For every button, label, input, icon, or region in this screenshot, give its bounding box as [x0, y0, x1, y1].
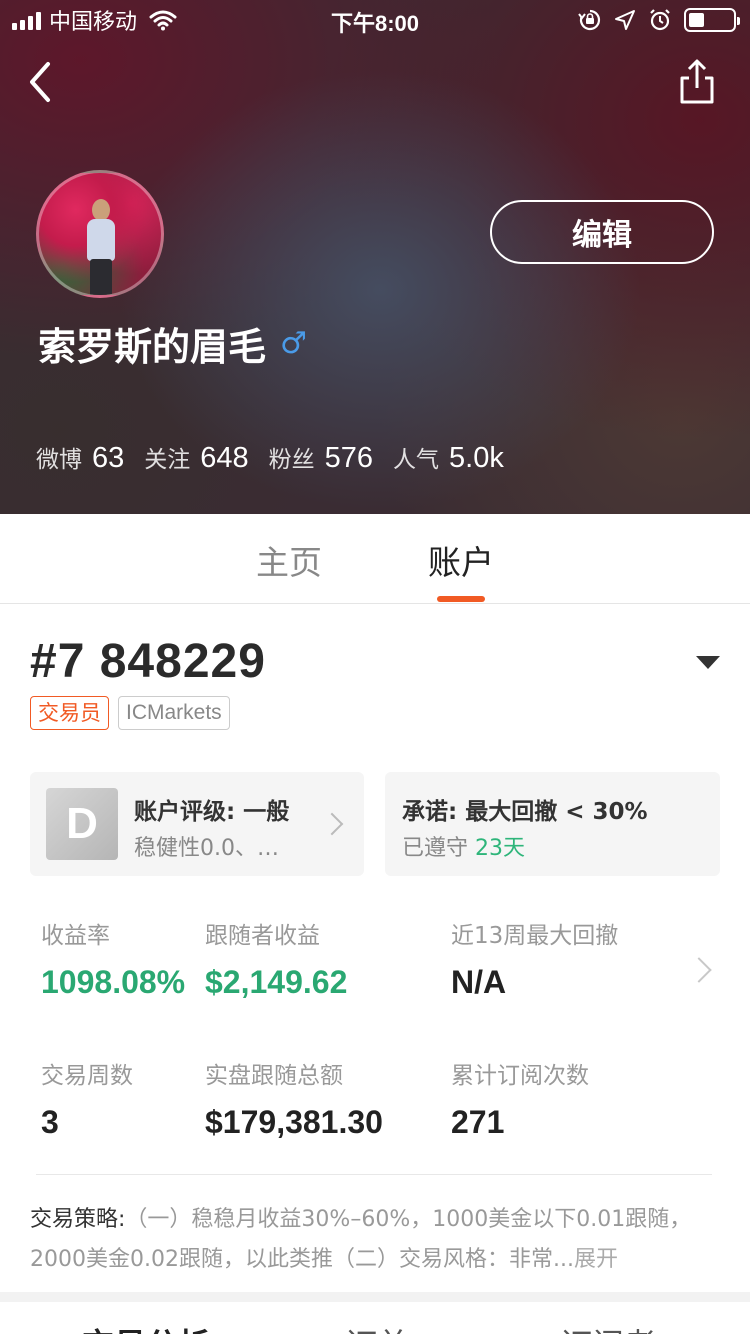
- promise-title: 承诺: 最大回撤 < 30%: [402, 799, 648, 825]
- metric-value-total-follow: $179,381.30: [205, 1104, 383, 1140]
- metric-label-total-follow: 实盘跟随总额: [205, 1063, 343, 1089]
- status-bar: 中国移动 下午8:00: [0, 0, 750, 40]
- metric-label-trade-weeks: 交易周数: [41, 1063, 133, 1089]
- chevron-left-icon: [30, 62, 50, 102]
- promise-subtitle: 已遵守 23天: [402, 830, 525, 862]
- account-rating-card[interactable]: D 账户评级: 一般 稳健性0.0、…: [30, 772, 364, 876]
- metric-label-max-drawdown: 近13周最大回撤: [451, 923, 619, 949]
- promise-card[interactable]: 承诺: 最大回撤 < 30% 已遵守 23天: [385, 772, 720, 876]
- rotation-lock-icon: [578, 9, 601, 31]
- analysis-tabs: 交易分析 订单 订阅者: [0, 1302, 750, 1334]
- active-tab-indicator: [437, 596, 485, 602]
- metric-value-return: 1098.08%: [41, 964, 186, 1000]
- metric-label-return: 收益率: [41, 923, 110, 949]
- stat-value: 576: [324, 442, 374, 474]
- stat-label: 粉丝: [268, 447, 315, 473]
- stat-following[interactable]: 关注 648: [144, 440, 248, 475]
- metric-value-subscriptions: 271: [451, 1104, 505, 1140]
- account-id: #7 848229: [30, 635, 266, 688]
- location-arrow-icon: [615, 10, 635, 30]
- share-button[interactable]: [676, 58, 718, 106]
- stat-followers[interactable]: 粉丝 576: [269, 440, 373, 475]
- trading-strategy: 交易策略:（一）稳稳月收益30%–60%，1000美金以下0.01跟随，2000…: [30, 1200, 720, 1280]
- tab-account[interactable]: 账户: [428, 536, 494, 584]
- stat-popularity: 人气 5.0k: [393, 440, 504, 475]
- edit-profile-button[interactable]: 编辑: [490, 200, 714, 264]
- tab-home[interactable]: 主页: [256, 536, 322, 584]
- stat-label: 人气: [393, 447, 440, 473]
- male-icon: ♂: [280, 326, 307, 361]
- avatar[interactable]: [36, 170, 164, 298]
- metric-value-follower-profit: $2,149.62: [205, 964, 348, 1000]
- alarm-icon: [650, 9, 670, 31]
- promise-subtitle-text: 已遵守: [402, 836, 475, 861]
- share-icon: [680, 59, 714, 104]
- chevron-right-icon: [320, 812, 344, 836]
- stat-label: 微博: [36, 447, 82, 473]
- tab-trade-analysis[interactable]: 交易分析: [82, 1320, 210, 1334]
- promise-days: 23天: [475, 836, 525, 861]
- trader-tag: 交易员: [30, 696, 109, 730]
- back-button[interactable]: [22, 58, 62, 106]
- stat-label: 关注: [144, 447, 191, 473]
- grade-badge: D: [46, 788, 118, 860]
- tab-subscribers[interactable]: 订阅者: [560, 1320, 656, 1334]
- tab-orders[interactable]: 订单: [345, 1320, 409, 1334]
- metric-value-trade-weeks: 3: [41, 1104, 59, 1140]
- section-separator: [0, 1292, 750, 1302]
- rating-subtitle: 稳健性0.0、…: [134, 836, 279, 861]
- stat-weibo[interactable]: 微博 63: [36, 440, 124, 475]
- rating-title: 账户评级: 一般: [134, 799, 290, 825]
- divider: [36, 1174, 712, 1175]
- stat-value: 5.0k: [449, 442, 504, 474]
- metric-label-subscriptions: 累计订阅次数: [451, 1063, 589, 1089]
- metric-label-follower-profit: 跟随者收益: [205, 923, 320, 949]
- username: 索罗斯的眉毛: [38, 325, 267, 369]
- metrics-chevron-right-icon[interactable]: [686, 957, 712, 983]
- broker-tag: ICMarkets: [118, 696, 230, 730]
- account-switch-dropdown-icon[interactable]: [696, 656, 720, 669]
- strategy-label: 交易策略:: [30, 1207, 126, 1232]
- account-tags: 交易员 ICMarkets: [30, 696, 230, 730]
- stat-value: 63: [92, 442, 125, 474]
- profile-tabs: 主页 账户: [0, 514, 750, 604]
- metric-value-max-drawdown: N/A: [451, 964, 507, 1000]
- stat-value: 648: [200, 442, 249, 474]
- battery-icon: [684, 8, 740, 32]
- profile-stats: 微博 63 关注 648 粉丝 576 人气 5.0k: [36, 440, 524, 475]
- username-row: 索罗斯的眉毛 ♂: [38, 316, 307, 371]
- profile-header: 中国移动 下午8:00 编辑 索罗斯的眉毛 ♂ 微博 63 关注 648 粉丝 …: [0, 0, 750, 514]
- expand-link[interactable]: 展开: [574, 1247, 618, 1272]
